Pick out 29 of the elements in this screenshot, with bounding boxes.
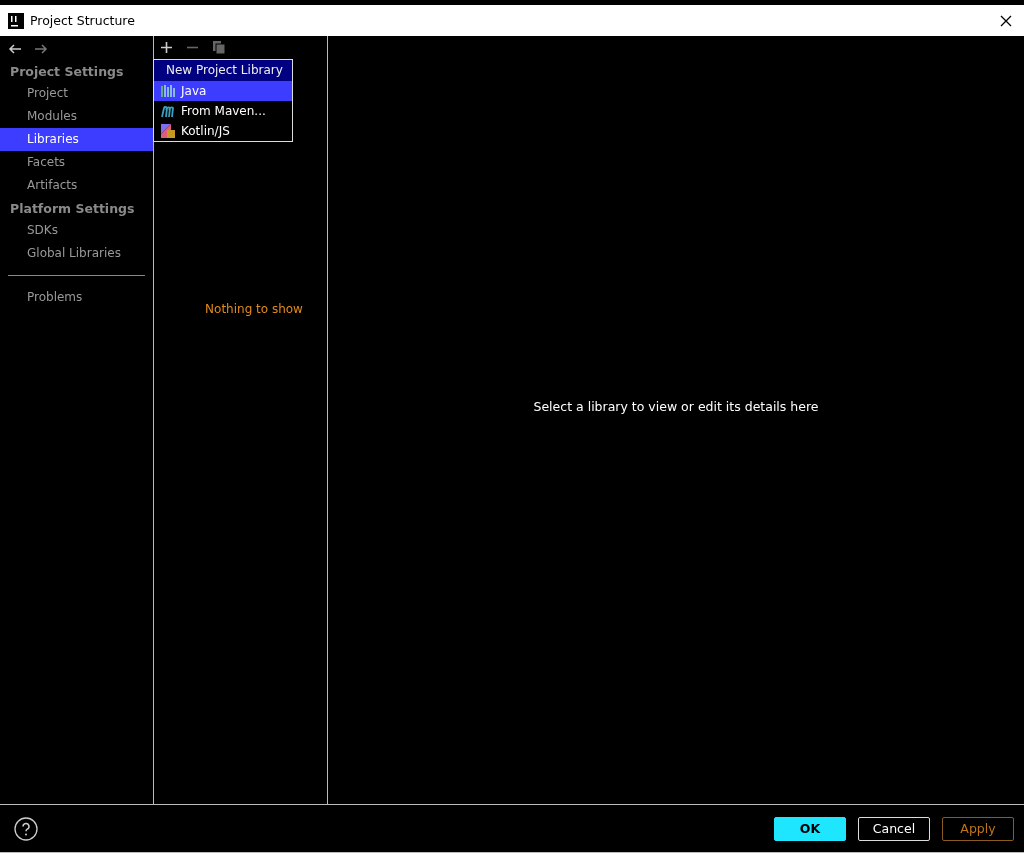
forward-arrow-icon[interactable] bbox=[34, 44, 48, 54]
add-icon[interactable] bbox=[161, 41, 172, 53]
close-icon[interactable] bbox=[1000, 14, 1012, 27]
empty-message: Nothing to show bbox=[204, 302, 303, 316]
menu-item[interactable]: From Maven... bbox=[154, 101, 292, 121]
section-header: Project Settings bbox=[9, 63, 125, 81]
sidebar-item[interactable]: Global Libraries bbox=[0, 242, 153, 265]
window-title: Project Structure bbox=[30, 13, 135, 28]
dialog-button[interactable]: Cancel bbox=[858, 816, 930, 841]
copy-icon[interactable] bbox=[213, 40, 225, 54]
dialog-button[interactable]: OK bbox=[774, 816, 846, 841]
sidebar-item[interactable]: SDKs bbox=[0, 219, 153, 242]
sidebar-item[interactable]: Modules bbox=[0, 105, 153, 128]
sidebar-item[interactable]: Problems bbox=[0, 286, 153, 309]
sidebar-item[interactable]: Libraries bbox=[0, 128, 153, 151]
help-icon[interactable] bbox=[14, 816, 38, 841]
details-message: Select a library to view or edit its details here bbox=[533, 398, 819, 414]
menu-item[interactable]: Kotlin/JS bbox=[154, 121, 292, 141]
popup-title: New Project Library bbox=[154, 60, 292, 81]
back-arrow-icon[interactable] bbox=[8, 44, 22, 54]
sidebar-item[interactable]: Artifacts bbox=[0, 174, 153, 197]
section-header: Platform Settings bbox=[9, 200, 136, 218]
app-icon bbox=[8, 12, 24, 29]
letter-m-icon bbox=[161, 105, 175, 117]
kotlin-js-icon bbox=[161, 124, 175, 138]
sidebar-item[interactable]: Facets bbox=[0, 151, 153, 174]
bars-icon bbox=[161, 85, 175, 97]
sidebar-item[interactable]: Project bbox=[0, 82, 153, 105]
menu-item[interactable]: Java bbox=[154, 81, 292, 101]
